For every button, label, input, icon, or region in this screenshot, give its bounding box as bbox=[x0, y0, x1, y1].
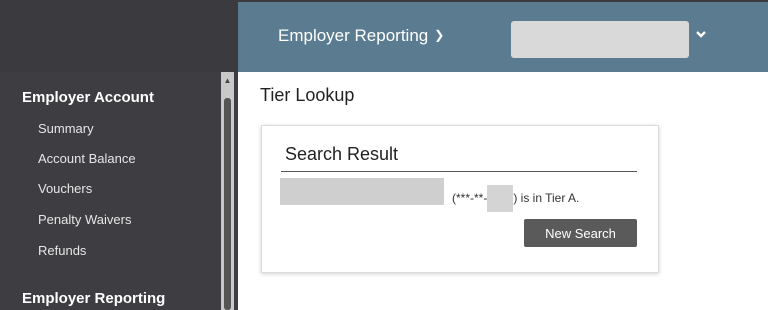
card-heading: Search Result bbox=[285, 144, 399, 164]
sidebar-heading-employer-reporting[interactable]: Employer Reporting bbox=[22, 290, 165, 307]
page-title: Tier Lookup bbox=[260, 85, 355, 105]
employer-reporting-menu[interactable]: Employer Reporting ❯ bbox=[278, 26, 444, 46]
sidebar-item-vouchers[interactable]: Vouchers bbox=[38, 181, 92, 196]
scroll-thumb[interactable] bbox=[224, 98, 231, 310]
top-header: Employer Reporting ❯ bbox=[238, 0, 768, 72]
sidebar-item-summary[interactable]: Summary bbox=[38, 121, 94, 136]
sidebar-item-account-balance[interactable]: Account Balance bbox=[38, 151, 136, 166]
sidebar: Employer Account Summary Account Balance… bbox=[0, 72, 238, 310]
card-divider bbox=[281, 171, 637, 172]
redacted-employee-name bbox=[280, 178, 444, 205]
result-text: (***-**- ) is in Tier A. bbox=[452, 185, 579, 212]
tier-result: ) is in Tier A. bbox=[513, 191, 580, 205]
scroll-up-arrow-icon[interactable]: ▲ bbox=[221, 76, 234, 86]
ssn-prefix: (***-**- bbox=[452, 191, 488, 205]
sidebar-item-refunds[interactable]: Refunds bbox=[38, 243, 86, 258]
new-search-button[interactable]: New Search bbox=[524, 219, 637, 247]
sidebar-scrollbar[interactable]: ▲ bbox=[221, 72, 234, 310]
chevron-down-icon[interactable] bbox=[695, 28, 707, 43]
account-select[interactable] bbox=[511, 21, 689, 58]
search-result-card: Search Result (***-**- ) is in Tier A. Ne… bbox=[261, 125, 659, 273]
sidebar-heading-employer-account: Employer Account bbox=[22, 89, 154, 106]
sidebar-top-area bbox=[0, 0, 238, 72]
redacted-ssn bbox=[487, 185, 514, 212]
sidebar-item-penalty-waivers[interactable]: Penalty Waivers bbox=[38, 212, 131, 227]
employer-reporting-menu-label: Employer Reporting bbox=[278, 26, 429, 45]
chevron-down-icon: ❯ bbox=[434, 28, 445, 42]
